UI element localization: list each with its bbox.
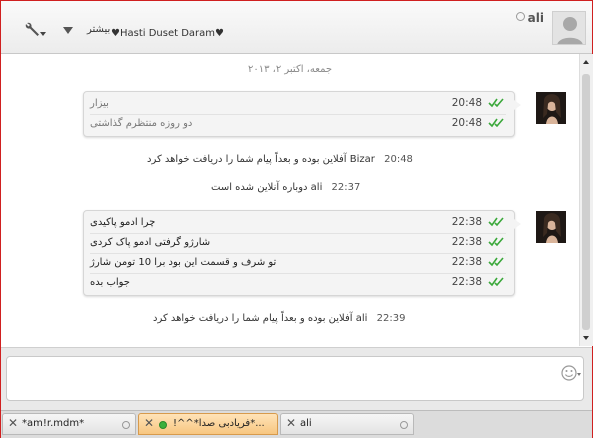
- contact-avatar[interactable]: [536, 92, 566, 124]
- message-time: 22:38: [451, 216, 482, 228]
- message-row: تو شرف و قسمت این بود برا 10 تومن شارژ 2…: [90, 253, 506, 274]
- tab-label: !^^*فریادبی صدا*...: [173, 418, 265, 429]
- message-row: چرا ادمو پاکیدی 22:38: [90, 213, 506, 234]
- double-check-icon: [488, 277, 504, 287]
- contact-name: ali: [515, 11, 544, 25]
- message-row: جواب بده 22:38: [90, 273, 506, 293]
- system-time: 22:39: [376, 313, 406, 324]
- chat-header: ali ♥Hasti Duset Daram♥ بیشتر: [1, 1, 592, 54]
- message-row: شارژو گرفتی ادمو پاک کردی 22:38: [90, 233, 506, 254]
- wrench-icon[interactable]: [24, 21, 46, 39]
- message-input[interactable]: [6, 356, 584, 401]
- close-icon[interactable]: ✕: [286, 416, 296, 430]
- double-check-icon: [488, 118, 504, 128]
- message-time: 22:38: [451, 256, 482, 268]
- presence-icon: [122, 421, 130, 429]
- message-text: بیزار: [90, 98, 109, 109]
- settings-caret-icon[interactable]: [40, 32, 46, 36]
- message-time: 20:48: [451, 117, 482, 129]
- contact-avatar[interactable]: [536, 211, 566, 243]
- smiley-icon[interactable]: [561, 365, 577, 381]
- system-time: 20:48: [384, 154, 413, 165]
- message-time: 22:38: [451, 276, 482, 288]
- double-check-icon: [488, 237, 504, 247]
- composer-area: [1, 347, 592, 410]
- tab-conversation[interactable]: ✕ !^^*فریادبی صدا*...: [138, 413, 278, 435]
- more-menu-label[interactable]: بیشتر: [87, 24, 110, 35]
- scroll-up-icon[interactable]: [583, 60, 589, 64]
- system-line: Bizar آفلاین بوده و بعداً پیام شما را در…: [147, 154, 413, 165]
- message-group: بیزار 20:48 دو روزه منتظرم گذاشتی 20:48: [83, 91, 521, 137]
- message-text: تو شرف و قسمت این بود برا 10 تومن شارژ: [90, 257, 277, 268]
- date-header: جمعه، اکتبر ۲، ۲۰۱۳: [247, 64, 333, 75]
- scroll-thumb[interactable]: [582, 74, 590, 330]
- scroll-down-icon[interactable]: [583, 336, 589, 340]
- system-line: ali آفلاین بوده و بعداً پیام شما را دریا…: [153, 313, 405, 324]
- tab-label: *am!r.mdm*: [22, 418, 85, 429]
- message-text: جواب بده: [90, 277, 130, 288]
- message-text: چرا ادمو پاکیدی: [90, 217, 156, 228]
- emoticon-caret-icon[interactable]: [577, 373, 581, 376]
- system-time: 22:37: [331, 182, 361, 193]
- triangle-down-icon[interactable]: [63, 27, 73, 34]
- tab-conversation[interactable]: ✕ ali: [280, 413, 414, 435]
- chat-history: جمعه، اکتبر ۲، ۲۰۱۳ بیزار 20:48 دو روزه …: [1, 54, 579, 346]
- close-icon[interactable]: ✕: [144, 416, 154, 430]
- tab-conversation[interactable]: ✕ *am!r.mdm*: [2, 413, 136, 435]
- message-text: دو روزه منتظرم گذاشتی: [90, 118, 193, 129]
- chat-scrollbar[interactable]: [579, 54, 593, 346]
- presence-icon: [515, 12, 525, 21]
- status-message: ♥Hasti Duset Daram♥: [111, 28, 224, 39]
- double-check-icon: [488, 257, 504, 267]
- conversation-tabs: ✕ *am!r.mdm* ✕ !^^*فریادبی صدا*... ✕ ali: [1, 410, 592, 438]
- system-text: Bizar آفلاین بوده و بعداً پیام شما را در…: [147, 154, 375, 165]
- message-time: 20:48: [451, 97, 482, 109]
- default-user-icon[interactable]: [552, 11, 586, 45]
- message-row: بیزار 20:48: [90, 94, 506, 115]
- presence-icon: [159, 421, 167, 429]
- system-text: ali دوباره آنلاین شده است: [211, 182, 323, 193]
- tab-label: ali: [300, 418, 312, 429]
- system-text: ali آفلاین بوده و بعداً پیام شما را دریا…: [153, 313, 368, 324]
- double-check-icon: [488, 217, 504, 227]
- close-icon[interactable]: ✕: [8, 416, 18, 430]
- message-row: دو روزه منتظرم گذاشتی 20:48: [90, 114, 506, 134]
- message-text: شارژو گرفتی ادمو پاک کردی: [90, 237, 211, 248]
- presence-icon: [400, 421, 408, 429]
- message-group: چرا ادمو پاکیدی 22:38 شارژو گرفتی ادمو پ…: [83, 210, 521, 296]
- message-time: 22:38: [451, 236, 482, 248]
- double-check-icon: [488, 98, 504, 108]
- system-line: ali دوباره آنلاین شده است 22:37: [211, 182, 360, 193]
